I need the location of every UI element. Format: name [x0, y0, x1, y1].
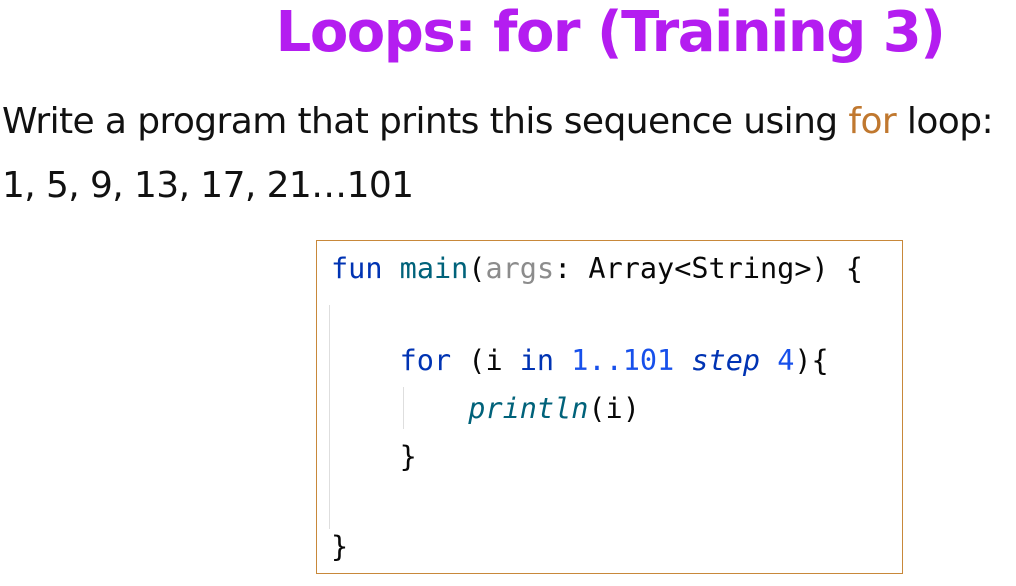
instruction-before: Write a program that prints this sequenc… [2, 101, 849, 142]
code-paren-open: ( [468, 252, 486, 285]
code-line-4: println(i) [331, 389, 640, 429]
instruction-keyword: for [848, 101, 897, 142]
code-for-open: (i [451, 344, 520, 377]
code-param-name: args [485, 252, 555, 285]
instruction-text: Write a program that prints this sequenc… [2, 100, 994, 144]
code-step-keyword: step [691, 344, 761, 377]
code-println-call: println [468, 392, 589, 425]
slide-title: Loops: for (Training 3) [275, 0, 946, 65]
code-line-7: } [331, 530, 349, 563]
code-signature-rest: : Array<String>) { [554, 252, 863, 285]
code-step-value: 4 [777, 344, 795, 377]
code-range: 1..101 [571, 344, 675, 377]
code-fun-keyword: fun [331, 252, 383, 285]
code-line-3: for (i in 1..101 step 4){ [331, 341, 829, 381]
code-for-close: ){ [794, 344, 829, 377]
indent-guide-outer [329, 305, 330, 529]
code-line-5: } [331, 440, 417, 473]
code-in-keyword: in [519, 344, 555, 377]
code-snippet-box: fun main(args: Array<String>) { for (i i… [316, 240, 903, 574]
sequence-text: 1, 5, 9, 13, 17, 21…101 [2, 165, 414, 206]
code-line-1: fun main(args: Array<String>) { [331, 249, 863, 289]
code-function-name: main [399, 252, 469, 285]
code-for-keyword: for [399, 344, 452, 377]
instruction-after: loop: [896, 101, 994, 142]
code-println-args: (i) [588, 392, 640, 425]
